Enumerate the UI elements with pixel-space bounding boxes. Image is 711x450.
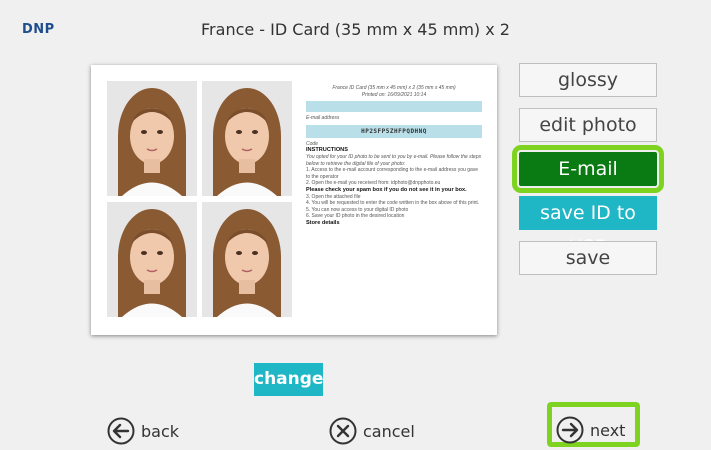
id-photo — [202, 202, 292, 317]
id-photo — [107, 202, 197, 317]
instructions-panel: France ID Card (35 mm x 45 mm) x 2 (35 m… — [306, 85, 482, 227]
save-button[interactable]: save — [519, 241, 657, 275]
arrow-left-icon — [107, 417, 135, 445]
sheet-heading: France ID Card (35 mm x 45 mm) x 2 (35 m… — [332, 85, 456, 91]
download-code: HP2SFP5ZHFPQDHNQ — [306, 124, 482, 138]
instructions-step: 6. Save your ID photo in the desired loc… — [306, 213, 405, 220]
id-photo — [202, 81, 292, 196]
instructions-intro: You opted for your ID photo to be sent t… — [306, 153, 482, 167]
store-details: Store details — [306, 219, 340, 226]
sheet-printed-date: Printed on: 16/09/2021 10:14 — [361, 91, 427, 98]
id-photo — [107, 81, 197, 196]
cancel-button[interactable]: cancel — [329, 413, 415, 449]
back-button[interactable]: back — [107, 413, 179, 449]
arrow-right-icon — [556, 416, 584, 444]
email-label: E-mail address — [306, 115, 340, 122]
change-button[interactable]: change — [254, 363, 323, 396]
instructions-step: 4. You will be requested to enter the co… — [306, 200, 480, 207]
instructions-step: 1. Access to the e-mail account correspo… — [306, 167, 479, 180]
instructions-step: 5. You can now access to your digital ID… — [306, 206, 409, 213]
glossy-button[interactable]: glossy — [519, 63, 657, 97]
next-label: next — [590, 420, 626, 440]
print-preview: France ID Card (35 mm x 45 mm) x 2 (35 m… — [91, 65, 497, 335]
back-label: back — [141, 421, 180, 441]
close-icon — [329, 417, 357, 445]
instructions-step: 2. Open the e-mail you received from: id… — [306, 180, 441, 187]
page-title: France - ID Card (35 mm x 45 mm) x 2 — [201, 20, 510, 39]
next-button[interactable]: next — [556, 412, 625, 448]
code-label: Code — [306, 140, 318, 147]
edit-photo-button[interactable]: edit photo — [519, 108, 657, 142]
cancel-label: cancel — [363, 421, 415, 441]
spam-notice: Please check your spam box if you do not… — [306, 186, 467, 193]
instructions-title: INSTRUCTIONS — [306, 147, 348, 154]
email-field-bar — [306, 101, 482, 113]
save-usb-button[interactable]: save ID to USB — [519, 196, 657, 258]
email-button[interactable]: E-mail — [512, 145, 664, 193]
instructions-step: 3. Open the attached file — [306, 193, 361, 200]
